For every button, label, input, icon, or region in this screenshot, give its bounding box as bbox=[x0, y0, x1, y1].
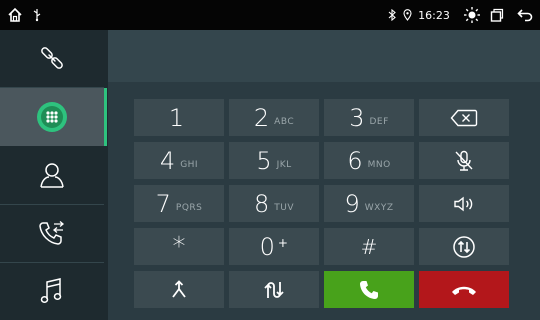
dialpad: 1 2 ABC 3 DEF 4 GHI 5 JKL 6 MNO 7 PQRS 8… bbox=[108, 82, 540, 320]
key-letters: WXYZ bbox=[364, 202, 394, 213]
dialpad-icon bbox=[36, 101, 68, 133]
key-2[interactable]: 2 ABC bbox=[229, 99, 319, 136]
backspace-icon bbox=[450, 109, 478, 127]
key-digit: 1 bbox=[168, 103, 185, 132]
merge-call-icon bbox=[170, 279, 188, 300]
key-6[interactable]: 6 MNO bbox=[324, 142, 414, 179]
number-display bbox=[108, 30, 540, 82]
call-button[interactable] bbox=[324, 271, 414, 308]
hangup-button[interactable] bbox=[419, 271, 509, 308]
brightness-icon[interactable] bbox=[462, 0, 482, 30]
key-4[interactable]: 4 GHI bbox=[134, 142, 224, 179]
swap-call-icon bbox=[263, 280, 285, 300]
active-tab-indicator bbox=[104, 88, 107, 146]
key-3[interactable]: 3 DEF bbox=[324, 99, 414, 136]
usb-icon bbox=[30, 0, 44, 30]
contacts-icon bbox=[38, 161, 66, 189]
speaker-icon bbox=[453, 196, 475, 212]
key-5[interactable]: 5 JKL bbox=[229, 142, 319, 179]
key-1[interactable]: 1 bbox=[134, 99, 224, 136]
key-letters: TUV bbox=[274, 202, 295, 213]
key-star[interactable]: * bbox=[134, 228, 224, 265]
recent-apps-icon[interactable] bbox=[488, 0, 506, 30]
home-icon[interactable] bbox=[4, 0, 26, 30]
key-letters: PQRS bbox=[175, 202, 203, 213]
key-digit: 2 bbox=[253, 103, 270, 132]
key-letters: JKL bbox=[276, 159, 292, 170]
key-digit: 7 bbox=[155, 189, 171, 218]
key-9[interactable]: 9 WXYZ bbox=[324, 185, 414, 222]
swap-call-button[interactable] bbox=[229, 271, 319, 308]
sidebar-item-music[interactable] bbox=[0, 263, 104, 319]
sidebar-item-contacts[interactable] bbox=[0, 147, 104, 203]
key-letters: ABC bbox=[274, 116, 295, 127]
switch-audio-icon bbox=[452, 235, 476, 259]
key-digit: 6 bbox=[347, 146, 363, 175]
clock: 16:23 bbox=[418, 8, 450, 22]
location-icon bbox=[401, 0, 413, 30]
music-icon bbox=[39, 277, 65, 305]
key-digit: 9 bbox=[344, 189, 360, 218]
status-bar: 16:23 bbox=[0, 0, 540, 30]
call-log-icon bbox=[37, 219, 67, 247]
bluetooth-link-icon bbox=[39, 45, 65, 71]
key-letters: + bbox=[277, 235, 289, 250]
hangup-icon bbox=[450, 283, 478, 297]
switch-audio-button[interactable] bbox=[419, 228, 509, 265]
key-digit: 0 bbox=[259, 232, 275, 261]
back-icon[interactable] bbox=[514, 0, 536, 30]
key-digit: 3 bbox=[349, 103, 365, 132]
key-letters: MNO bbox=[367, 159, 391, 170]
sidebar-item-bluetooth[interactable] bbox=[0, 30, 104, 86]
key-7[interactable]: 7 PQRS bbox=[134, 185, 224, 222]
mute-mic-icon bbox=[454, 150, 474, 172]
key-0[interactable]: 0 + bbox=[229, 228, 319, 265]
sidebar bbox=[0, 30, 108, 320]
sidebar-item-dialpad[interactable] bbox=[0, 88, 104, 146]
key-digit: * bbox=[172, 231, 186, 262]
key-digit: 4 bbox=[159, 146, 176, 175]
key-digit: 5 bbox=[256, 146, 272, 175]
key-hash[interactable]: # bbox=[324, 228, 414, 265]
key-8[interactable]: 8 TUV bbox=[229, 185, 319, 222]
key-digit: 8 bbox=[253, 189, 270, 218]
key-letters: DEF bbox=[369, 116, 389, 127]
sidebar-item-call-log[interactable] bbox=[0, 205, 104, 261]
call-icon bbox=[358, 279, 380, 301]
key-digit: # bbox=[360, 234, 378, 259]
mute-mic-button[interactable] bbox=[419, 142, 509, 179]
bluetooth-icon bbox=[386, 0, 398, 30]
merge-call-button[interactable] bbox=[134, 271, 224, 308]
speaker-button[interactable] bbox=[419, 185, 509, 222]
key-letters: GHI bbox=[180, 159, 199, 170]
backspace-button[interactable] bbox=[419, 99, 509, 136]
